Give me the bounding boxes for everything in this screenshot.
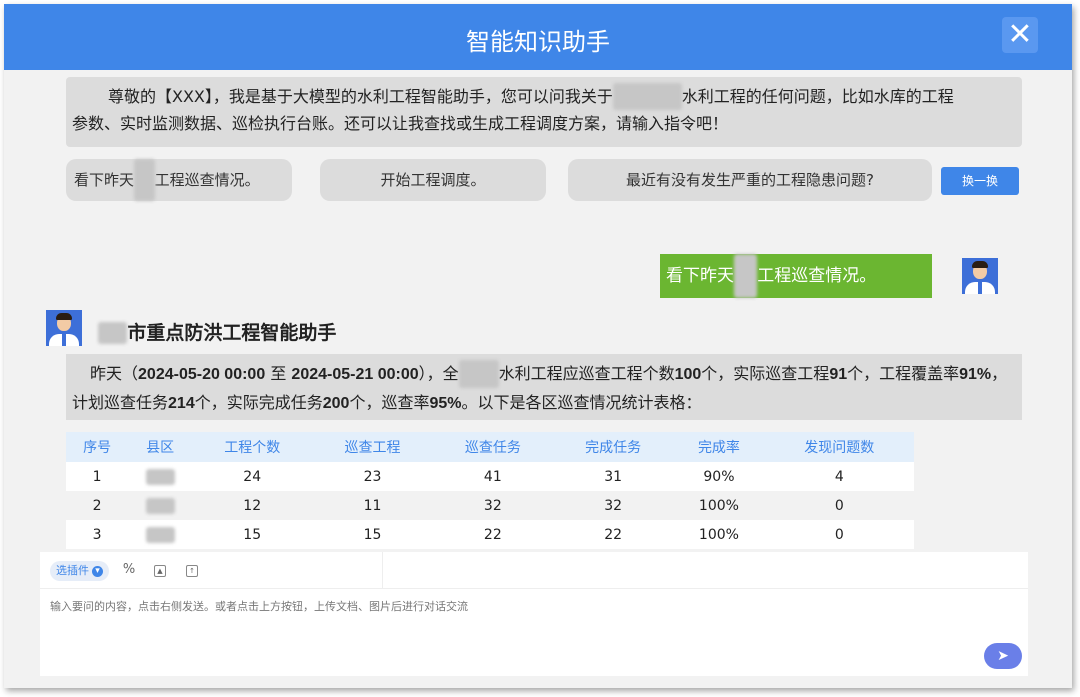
msg-text: 个，巡查率: [349, 393, 430, 412]
inspection-stats-table: 序号 县区 工程个数 巡查工程 巡查任务 完成任务 完成率 发现问题数 1 XX…: [66, 432, 914, 549]
suggestion-text: 开始工程调度。: [380, 171, 486, 189]
column-header: 发现问题数: [764, 432, 914, 462]
table-header-row: 序号 县区 工程个数 巡查工程 巡查任务 完成任务 完成率 发现问题数: [66, 432, 914, 462]
table-row: 2 XXX 12 11 32 32 100% 0: [66, 491, 914, 520]
redacted-region: XXX: [145, 468, 175, 485]
table-cell: 15: [192, 520, 313, 549]
greeting-message: 尊敬的【XXX】，我是基于大模型的水利工程智能助手，您可以问我关于XXX水利工程…: [66, 77, 1022, 147]
chevron-down-icon: ▾: [92, 565, 103, 577]
msg-number: 100: [674, 366, 702, 383]
msg-number: 91%: [959, 366, 992, 383]
column-header: 巡查任务: [432, 432, 553, 462]
table-cell: XXX: [128, 491, 193, 520]
msg-text: 至: [265, 364, 292, 383]
bot-avatar: [46, 310, 82, 346]
column-header: 巡查工程: [312, 432, 433, 462]
msg-end-time: 2024-05-21 00:00: [291, 366, 419, 383]
redacted-region: XX: [458, 360, 499, 388]
bot-message: 昨天（2024-05-20 00:00 至 2024-05-21 00:00），…: [66, 354, 1022, 420]
table-cell: 22: [432, 520, 553, 549]
msg-text: 水利工程应巡查工程个数: [498, 364, 675, 383]
title-bar: 智能知识助手 ✕: [4, 4, 1072, 70]
close-button[interactable]: ✕: [1002, 17, 1038, 53]
suggestion-text: 工程巡查情况。: [154, 171, 260, 189]
msg-number: 214: [168, 395, 195, 412]
msg-text: ），全: [418, 364, 459, 383]
table-cell: 31: [553, 462, 674, 491]
greeting-text-2: 参数、实时监测数据、巡检执行台账。还可以让我查找或生成工程调度方案，请输入指令吧…: [72, 114, 729, 133]
column-header: 序号: [66, 432, 129, 462]
redacted-region: XXX: [145, 526, 175, 543]
user-avatar: [962, 258, 998, 294]
msg-number: 91: [829, 366, 848, 383]
column-header: 工程个数: [192, 432, 313, 462]
table-cell: 24: [192, 462, 313, 491]
message-input[interactable]: 输入要问的内容，点击右侧发送。或者点击上方按钮，上传文档、图片后进行对话交流: [50, 598, 468, 614]
column-header: 完成率: [673, 432, 765, 462]
table-cell: XXX: [128, 462, 193, 491]
plugin-label: 选插件: [56, 564, 89, 577]
assistant-dialog: 智能知识助手 ✕ 尊敬的【XXX】，我是基于大模型的水利工程智能助手，您可以问我…: [4, 4, 1072, 688]
table-cell: 32: [432, 491, 553, 520]
formula-icon[interactable]: %: [120, 561, 138, 579]
swap-suggestions-button[interactable]: 换一换: [941, 167, 1019, 195]
table-cell: 15: [312, 520, 433, 549]
table-cell: 100%: [673, 491, 765, 520]
dialog-title: 智能知识助手: [466, 28, 610, 56]
msg-start-time: 2024-05-20 00:00: [138, 366, 266, 383]
table-cell: 11: [312, 491, 433, 520]
redacted-region: XX: [734, 254, 758, 298]
msg-text: 个，实际完成任务: [194, 393, 323, 412]
table-cell: 3: [66, 520, 129, 549]
chat-input-panel: 选插件 ▾ % ▲ ↑ 输入要问的内容，点击右侧发送。或者点击上方按钮，上传文档、…: [40, 552, 1028, 676]
redacted-region: XXX: [612, 83, 682, 110]
suggestion-text: 看下昨天: [74, 171, 135, 189]
bot-name: XX市重点防洪工程智能助手: [98, 318, 336, 345]
bot-name-text: 市重点防洪工程智能助手: [127, 322, 337, 344]
user-message-text: 看下昨天: [666, 266, 734, 286]
suggestion-text: 最近有没有发生严重的工程隐患问题?: [626, 171, 874, 189]
table-cell: 23: [312, 462, 433, 491]
suggestion-chip-1[interactable]: 看下昨天XX工程巡查情况。: [66, 159, 292, 201]
close-icon: ✕: [1007, 17, 1033, 52]
send-button[interactable]: ➤: [984, 643, 1022, 669]
table-cell: 12: [192, 491, 313, 520]
greeting-text-1b: 水利工程的任何问题，比如水库的工程: [681, 87, 954, 106]
suggestion-chip-2[interactable]: 开始工程调度。: [320, 159, 546, 201]
table-cell: 100%: [673, 520, 765, 549]
msg-text: 昨天（: [90, 364, 139, 383]
column-header: 县区: [128, 432, 193, 462]
table-cell: 22: [553, 520, 674, 549]
table-cell: 0: [764, 520, 914, 549]
table-cell: 4: [764, 462, 914, 491]
redacted-region: XX: [98, 322, 128, 344]
table-cell: 41: [432, 462, 553, 491]
user-message-bubble: 看下昨天XX工程巡查情况。: [660, 254, 932, 298]
file-upload-icon[interactable]: ↑: [186, 565, 198, 577]
msg-text: 。以下是各区巡查情况统计表格：: [461, 393, 702, 412]
suggestion-chip-3[interactable]: 最近有没有发生严重的工程隐患问题?: [568, 159, 932, 201]
toolbar-divider: [382, 552, 383, 588]
redacted-region: XXX: [145, 497, 175, 514]
input-toolbar: 选插件 ▾ % ▲ ↑: [40, 552, 1028, 589]
msg-number: 95%: [429, 395, 462, 412]
greeting-text-1a: 尊敬的【XXX】，我是基于大模型的水利工程智能助手，您可以问我关于: [108, 87, 613, 106]
table-cell: 2: [66, 491, 129, 520]
msg-text: 个，实际巡查工程: [701, 364, 830, 383]
table-cell: 32: [553, 491, 674, 520]
table-cell: 0: [764, 491, 914, 520]
table-row: 3 XXX 15 15 22 22 100% 0: [66, 520, 914, 549]
msg-text: 个，工程覆盖率: [847, 364, 960, 383]
user-message-text: 工程巡查情况。: [757, 266, 877, 286]
send-icon: ➤: [997, 648, 1009, 664]
image-upload-icon[interactable]: ▲: [154, 565, 166, 577]
table-cell: XXX: [128, 520, 193, 549]
table-cell: 90%: [673, 462, 765, 491]
column-header: 完成任务: [553, 432, 674, 462]
table-cell: 1: [66, 462, 129, 491]
redacted-region: XX: [134, 159, 155, 201]
msg-number: 200: [322, 395, 350, 412]
table-row: 1 XXX 24 23 41 31 90% 4: [66, 462, 914, 491]
select-plugin-button[interactable]: 选插件 ▾: [50, 561, 109, 581]
